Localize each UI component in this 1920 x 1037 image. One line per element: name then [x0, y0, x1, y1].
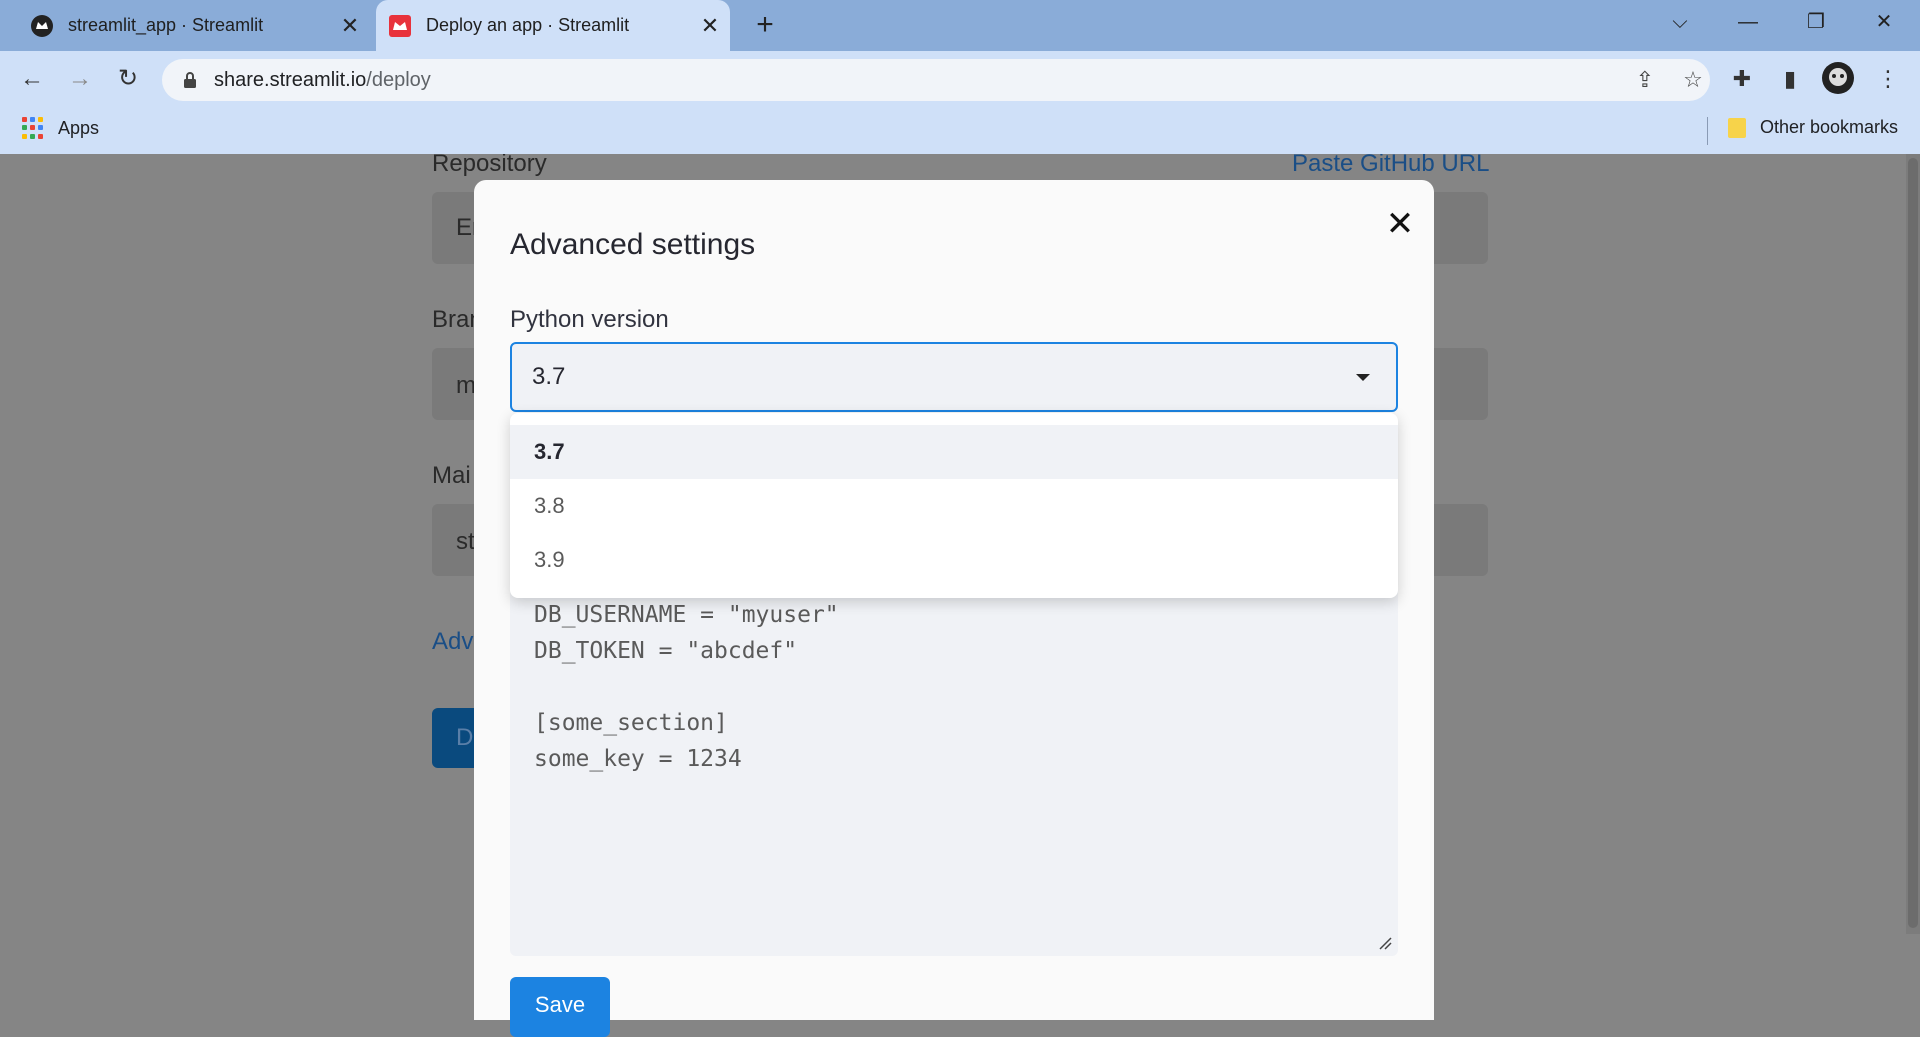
secrets-line: DB_TOKEN = "abcdef" — [534, 638, 798, 664]
resize-grip-icon[interactable] — [1378, 936, 1392, 950]
main-file-label: Mai — [432, 462, 471, 489]
streamlit-favicon-icon — [31, 14, 53, 37]
minimize-button[interactable]: — — [1718, 0, 1778, 44]
folder-icon — [1727, 117, 1746, 138]
tab-title: Deploy an app · Streamlit — [426, 15, 630, 35]
tab-close-icon[interactable]: ✕ — [690, 13, 730, 39]
branch-value: m — [456, 372, 476, 399]
main-file-value: st — [456, 528, 475, 555]
tab-search-chevron-icon[interactable]: ⌵ — [1650, 0, 1710, 44]
paste-github-url-link[interactable]: Paste GitHub URL — [1292, 154, 1489, 178]
forward-button[interactable]: → — [62, 61, 98, 97]
avatar-icon — [1822, 62, 1854, 94]
tab-title: streamlit_app · Streamlit — [68, 15, 264, 35]
advanced-settings-link[interactable]: Adv — [432, 628, 473, 656]
close-window-button[interactable]: ✕ — [1854, 0, 1914, 44]
tab-strip: streamlit_app · Streamlit ✕ Deploy an ap… — [0, 0, 1920, 51]
back-button[interactable]: ← — [14, 61, 50, 97]
share-icon[interactable]: ⇪ — [1630, 65, 1660, 95]
extensions-puzzle-icon[interactable]: ✚ — [1724, 61, 1760, 97]
tab-deploy-app[interactable]: Deploy an app · Streamlit ✕ — [376, 0, 730, 51]
option-python-3-8[interactable]: 3.8 — [510, 479, 1398, 533]
other-bookmarks[interactable]: Other bookmarks — [1727, 117, 1898, 138]
restore-button[interactable]: ❐ — [1786, 0, 1846, 44]
bookmarks-divider — [1707, 117, 1708, 145]
lock-icon — [184, 72, 196, 88]
chevron-down-icon — [1356, 374, 1370, 381]
deploy-button-label: D — [456, 724, 474, 751]
advanced-settings-modal: Advanced settings ✕ Python version 3.7 D… — [474, 180, 1434, 1037]
url-text: share.streamlit.io/deploy — [214, 69, 431, 92]
python-version-dropdown: 3.7 3.8 3.9 — [510, 413, 1398, 598]
other-bookmarks-label: Other bookmarks — [1759, 117, 1898, 137]
url-path: /deploy — [366, 68, 431, 91]
reload-button[interactable]: ↻ — [110, 61, 146, 97]
option-python-3-9[interactable]: 3.9 — [510, 533, 1398, 587]
url-host: share.streamlit.io — [214, 68, 367, 91]
address-bar[interactable]: share.streamlit.io/deploy ⇪ ☆ — [162, 59, 1710, 101]
save-button[interactable]: Save — [510, 977, 610, 1037]
apps-label: Apps — [58, 117, 100, 138]
tab-streamlit-app[interactable]: streamlit_app · Streamlit ✕ — [0, 0, 370, 51]
streamlit-favicon-icon — [389, 14, 411, 37]
secrets-line: some_key = 1234 — [534, 746, 742, 772]
profile-avatar[interactable] — [1820, 61, 1856, 97]
python-version-label: Python version — [510, 306, 669, 333]
apps-bookmark[interactable]: Apps — [22, 117, 99, 139]
secrets-textarea[interactable]: DB_USERNAME = "myuser" DB_TOKEN = "abcde… — [510, 586, 1398, 956]
bookmarks-bar: Apps Other bookmarks — [0, 109, 1920, 153]
option-python-3-7[interactable]: 3.7 — [510, 425, 1398, 479]
secrets-line: [some_section] — [534, 710, 728, 736]
page-scrollbar-thumb[interactable] — [1908, 158, 1918, 928]
new-tab-button[interactable]: + — [748, 9, 782, 43]
bookmark-star-icon[interactable]: ☆ — [1678, 65, 1708, 95]
python-version-value: 3.7 — [532, 363, 566, 390]
modal-title: Advanced settings — [510, 228, 756, 261]
side-panel-icon[interactable]: ▮ — [1772, 61, 1808, 97]
apps-grid-icon — [22, 117, 44, 139]
tab-close-icon[interactable]: ✕ — [330, 13, 370, 39]
repository-label: Repository — [432, 154, 547, 177]
python-version-select[interactable]: 3.7 — [510, 342, 1398, 412]
browser-toolbar: ← → ↻ share.streamlit.io/deploy ⇪ ☆ ✚ ▮ … — [0, 51, 1920, 154]
close-icon[interactable]: ✕ — [1382, 206, 1418, 242]
secrets-line: DB_USERNAME = "myuser" — [534, 602, 839, 628]
menu-kebab-icon[interactable]: ⋮ — [1870, 61, 1906, 97]
